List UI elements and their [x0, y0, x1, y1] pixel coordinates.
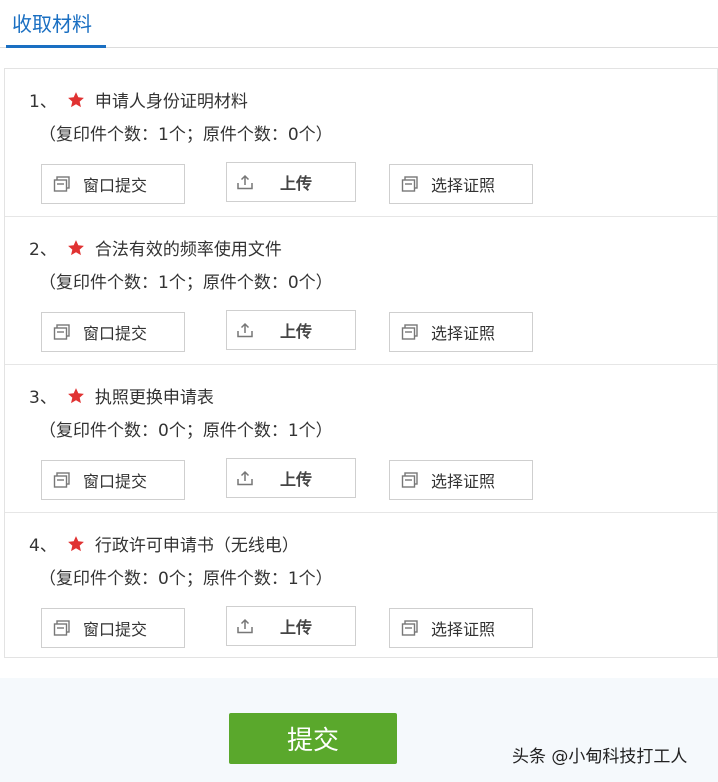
choose-license-button[interactable]: 选择证照	[389, 164, 533, 204]
choose-license-label: 选择证照	[431, 176, 496, 195]
material-counts: （复印件个数：0个；原件个数：1个）	[39, 569, 333, 589]
material-number: 4、	[29, 536, 57, 556]
material-number: 2、	[29, 240, 57, 260]
upload-label: 上传	[280, 470, 313, 489]
material-counts: （复印件个数：1个；原件个数：0个）	[39, 125, 333, 145]
upload-button[interactable]: 上传	[226, 458, 356, 498]
submit-button[interactable]: 提交	[229, 713, 397, 764]
window-icon	[53, 176, 70, 192]
choose-license-label: 选择证照	[431, 620, 496, 639]
window-submit-button[interactable]: 窗口提交	[41, 460, 185, 500]
material-number: 3、	[29, 388, 57, 408]
window-icon	[53, 472, 70, 488]
choose-license-label: 选择证照	[431, 472, 496, 491]
footer-bar: 提交 头条 @小甸科技打工人	[0, 678, 718, 782]
material-number: 1、	[29, 92, 57, 112]
license-icon	[401, 176, 418, 192]
material-item: 1、 申请人身份证明材料 （复印件个数：1个；原件个数：0个） 窗口提交 上传 …	[5, 69, 717, 217]
upload-label: 上传	[280, 322, 313, 341]
window-submit-button[interactable]: 窗口提交	[41, 312, 185, 352]
window-icon	[53, 620, 70, 636]
tab-bar: 收取材料	[0, 0, 718, 48]
star-icon	[67, 535, 84, 551]
material-item: 4、 行政许可申请书（无线电） （复印件个数：0个；原件个数：1个） 窗口提交 …	[5, 513, 717, 661]
star-icon	[67, 91, 84, 107]
upload-button[interactable]: 上传	[226, 606, 356, 646]
choose-license-button[interactable]: 选择证照	[389, 608, 533, 648]
material-item: 3、 执照更换申请表 （复印件个数：0个；原件个数：1个） 窗口提交 上传 选择…	[5, 365, 717, 513]
material-counts: （复印件个数：0个；原件个数：1个）	[39, 421, 333, 441]
license-icon	[401, 620, 418, 636]
choose-license-button[interactable]: 选择证照	[389, 312, 533, 352]
star-icon	[67, 239, 84, 255]
window-submit-button[interactable]: 窗口提交	[41, 608, 185, 648]
upload-button[interactable]: 上传	[226, 310, 356, 350]
window-submit-button[interactable]: 窗口提交	[41, 164, 185, 204]
material-name: 申请人身份证明材料	[94, 92, 248, 112]
material-title: 3、 执照更换申请表	[29, 383, 214, 408]
material-name: 执照更换申请表	[94, 388, 214, 408]
material-title: 2、 合法有效的频率使用文件	[29, 235, 282, 260]
upload-icon	[237, 174, 253, 190]
upload-label: 上传	[280, 174, 313, 193]
watermark: 头条 @小甸科技打工人	[512, 747, 688, 767]
window-submit-label: 窗口提交	[83, 620, 148, 639]
upload-label: 上传	[280, 618, 313, 637]
material-title: 1、 申请人身份证明材料	[29, 87, 248, 112]
license-icon	[401, 324, 418, 340]
window-submit-label: 窗口提交	[83, 176, 148, 195]
choose-license-label: 选择证照	[431, 324, 496, 343]
star-icon	[67, 387, 84, 403]
material-title: 4、 行政许可申请书（无线电）	[29, 531, 299, 556]
choose-license-button[interactable]: 选择证照	[389, 460, 533, 500]
upload-icon	[237, 470, 253, 486]
license-icon	[401, 472, 418, 488]
material-name: 合法有效的频率使用文件	[94, 240, 282, 260]
upload-button[interactable]: 上传	[226, 162, 356, 202]
tab-label: 收取材料	[12, 12, 92, 36]
material-name: 行政许可申请书（无线电）	[94, 536, 299, 556]
window-icon	[53, 324, 70, 340]
upload-icon	[237, 322, 253, 338]
window-submit-label: 窗口提交	[83, 324, 148, 343]
window-submit-label: 窗口提交	[83, 472, 148, 491]
material-counts: （复印件个数：1个；原件个数：0个）	[39, 273, 333, 293]
material-item: 2、 合法有效的频率使用文件 （复印件个数：1个；原件个数：0个） 窗口提交 上…	[5, 217, 717, 365]
materials-panel: 1、 申请人身份证明材料 （复印件个数：1个；原件个数：0个） 窗口提交 上传 …	[4, 68, 718, 658]
tab-collect-materials[interactable]: 收取材料	[6, 0, 106, 48]
upload-icon	[237, 618, 253, 634]
